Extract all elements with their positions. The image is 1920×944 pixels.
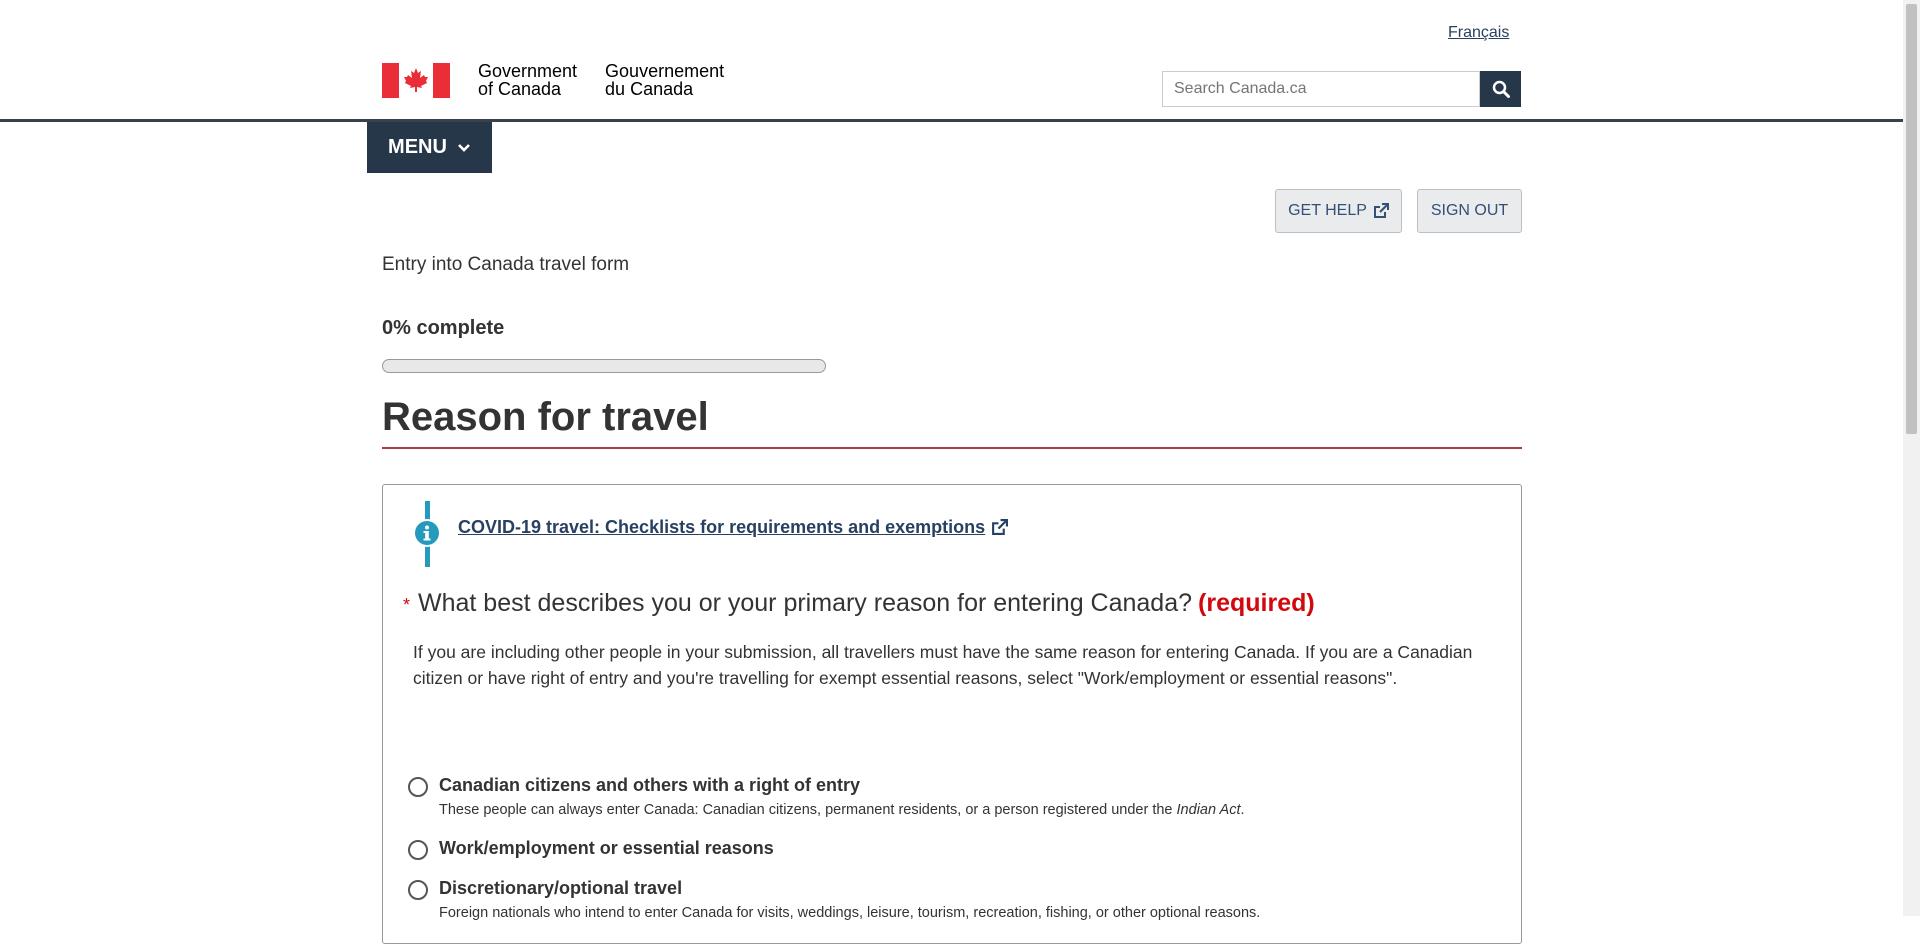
chevron-down-icon: [458, 143, 470, 152]
option-canadian-citizens[interactable]: Canadian citizens and others with a righ…: [408, 775, 1245, 818]
radio-discretionary[interactable]: [408, 880, 428, 900]
question-panel: COVID-19 travel: Checklists for requirem…: [382, 484, 1522, 944]
page-title: Reason for travel: [382, 395, 709, 439]
sign-out-button[interactable]: SIGN OUT: [1417, 189, 1522, 233]
form-title: Entry into Canada travel form: [382, 254, 630, 275]
radio-work-essential[interactable]: [408, 840, 428, 860]
signature-french: Gouvernement du Canada: [605, 62, 724, 98]
search-input[interactable]: [1162, 71, 1480, 107]
option-work-essential[interactable]: Work/employment or essential reasons: [408, 838, 774, 860]
option-label[interactable]: Canadian citizens and others with a righ…: [439, 775, 1245, 796]
canada-flag-icon: [382, 62, 450, 98]
search-icon: [1492, 80, 1510, 98]
maple-leaf-icon: [404, 68, 428, 92]
sign-out-label: SIGN OUT: [1430, 202, 1509, 219]
progress-text: 0% complete: [382, 317, 505, 339]
signature-fr-line2: du Canada: [605, 79, 694, 99]
option-description: These people can always enter Canada: Ca…: [439, 802, 1245, 818]
option-label[interactable]: Work/employment or essential reasons: [439, 838, 774, 859]
get-help-label: GET HELP: [1288, 202, 1367, 219]
goc-signature[interactable]: Government of Canada Gouvernement du Can…: [382, 62, 724, 98]
header-divider: [0, 119, 1903, 122]
title-underline: [382, 447, 1522, 449]
signature-en-line1: Government: [478, 61, 578, 81]
signature-english: Government of Canada: [478, 62, 577, 98]
signature-en-line2: of Canada: [478, 79, 562, 99]
covid-checklist-link[interactable]: COVID-19 travel: Checklists for requirem…: [458, 517, 1009, 538]
info-icon: [413, 519, 441, 547]
question-help-text: If you are including other people in you…: [413, 642, 1473, 688]
option-label[interactable]: Discretionary/optional travel: [439, 878, 1260, 899]
scrollbar-thumb[interactable]: [1906, 4, 1917, 434]
option-description: Foreign nationals who intend to enter Ca…: [439, 905, 1261, 921]
question-text: What best describes you or your primary …: [418, 589, 1193, 617]
menu-label: MENU: [388, 136, 447, 158]
external-link-icon: [1373, 203, 1389, 218]
question-legend: * What best describes you or your primar…: [403, 589, 1315, 618]
get-help-button[interactable]: GET HELP: [1275, 189, 1402, 233]
signature-fr-line1: Gouvernement: [605, 61, 725, 81]
menu-button[interactable]: MENU: [367, 122, 492, 173]
site-search: [1162, 71, 1521, 107]
page-scrollbar[interactable]: [1903, 0, 1920, 916]
progress-bar: [382, 359, 826, 373]
external-link-icon: [992, 519, 1009, 535]
radio-canadian-citizens[interactable]: [408, 777, 428, 797]
required-label: (required): [1198, 589, 1315, 617]
covid-checklist-link-text: COVID-19 travel: Checklists for requirem…: [458, 517, 986, 537]
language-toggle-link[interactable]: Français: [1448, 24, 1509, 42]
search-button[interactable]: [1480, 71, 1521, 107]
option-discretionary[interactable]: Discretionary/optional travel Foreign na…: [408, 878, 1260, 921]
required-asterisk: *: [403, 595, 411, 615]
